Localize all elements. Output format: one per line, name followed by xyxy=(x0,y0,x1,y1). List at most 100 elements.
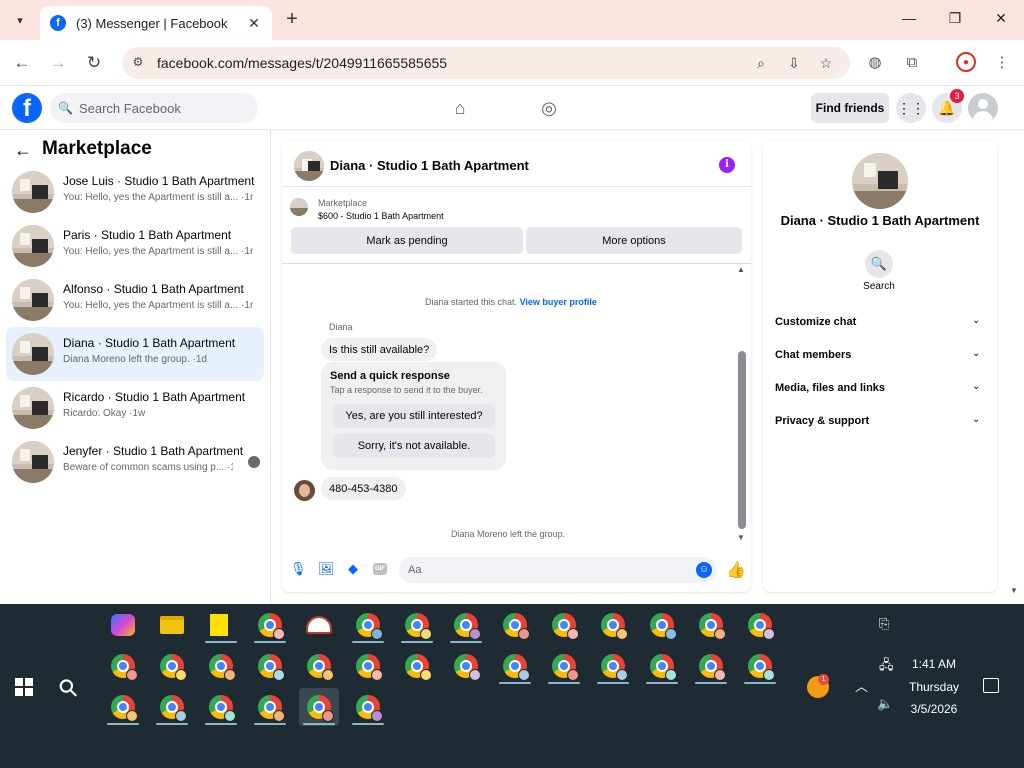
page-scroll-down-icon[interactable]: ▼ xyxy=(1010,586,1018,595)
quick-response-no-button[interactable]: Sorry, it's not available. xyxy=(333,434,495,458)
chrome-profile-icon[interactable] xyxy=(740,647,780,685)
thumbs-up-icon[interactable]: 👍 xyxy=(726,560,746,580)
scroll-down-icon[interactable]: ▼ xyxy=(737,533,745,542)
back-arrow-icon[interactable]: ← xyxy=(14,140,32,161)
attach-photo-icon[interactable]: 🖼 xyxy=(318,561,335,577)
chrome-profile-icon[interactable] xyxy=(299,647,339,685)
accordion-privacy-support[interactable]: Privacy & support ⌄ xyxy=(763,408,997,436)
chrome-profile-icon[interactable] xyxy=(201,688,241,726)
install-app-icon[interactable]: ⇩ xyxy=(784,53,804,73)
find-friends-button[interactable]: Find friends xyxy=(811,93,889,123)
copilot-icon[interactable] xyxy=(103,606,143,644)
chrome-profile-icon[interactable] xyxy=(593,647,633,685)
menu-grid-icon[interactable]: ⋮⋮ xyxy=(896,93,926,123)
conversation-item[interactable]: Ricardo · Studio 1 Bath Apartment Ricard… xyxy=(6,381,264,435)
accordion-customize-chat[interactable]: Customize chat ⌄ xyxy=(763,309,997,337)
chrome-profile-icon[interactable]: ● xyxy=(956,52,976,72)
chrome-profile-icon[interactable] xyxy=(446,606,486,644)
chrome-profile-icon[interactable] xyxy=(397,606,437,644)
chrome-profile-icon[interactable] xyxy=(446,647,486,685)
view-buyer-profile-link[interactable]: View buyer profile xyxy=(520,297,597,307)
taskbar-search-icon[interactable]: ⚲ xyxy=(52,672,85,705)
chrome-profile-icon[interactable] xyxy=(152,647,192,685)
home-icon[interactable]: ⌂ xyxy=(449,97,471,119)
chat-title[interactable]: Diana · Studio 1 Bath Apartment xyxy=(330,158,529,173)
sticker-icon[interactable]: ◆ xyxy=(345,561,361,577)
new-tab-button[interactable]: + xyxy=(282,9,302,30)
sender-avatar[interactable] xyxy=(294,480,315,501)
emoji-icon[interactable]: ☺ xyxy=(696,562,712,578)
windows-start-icon[interactable] xyxy=(15,678,33,696)
reload-button[interactable]: ↻ xyxy=(84,53,104,73)
search-in-conversation-icon[interactable]: 🔍 xyxy=(865,250,893,278)
message-bubble[interactable]: 480-453-4380 xyxy=(321,477,406,500)
browser-tab-messenger[interactable]: f (3) Messenger | Facebook ✕ xyxy=(40,6,272,40)
chrome-profile-icon[interactable] xyxy=(250,647,290,685)
conversation-item[interactable]: Paris · Studio 1 Bath Apartment You: Hel… xyxy=(6,219,264,273)
url-text[interactable]: facebook.com/messages/t/2049911665585655 xyxy=(157,55,447,71)
address-bar[interactable]: ⚙ facebook.com/messages/t/20499116655856… xyxy=(122,47,850,79)
clock-date[interactable]: 3/5/2026 xyxy=(903,702,965,716)
zoom-icon[interactable]: ⌕ xyxy=(751,53,771,73)
more-options-button[interactable]: More options xyxy=(526,227,742,254)
chrome-menu-icon[interactable]: ⋮ xyxy=(992,53,1012,73)
close-window-button[interactable]: ✕ xyxy=(990,10,1012,30)
chrome-profile-icon[interactable] xyxy=(544,647,584,685)
mark-as-pending-button[interactable]: Mark as pending xyxy=(291,227,523,254)
info-icon[interactable]: i xyxy=(719,157,735,173)
accordion-media-files-links[interactable]: Media, files and links ⌄ xyxy=(763,375,997,403)
show-hidden-icons-chevron-icon[interactable]: ︿ xyxy=(855,676,868,695)
chrome-profile-icon[interactable] xyxy=(593,606,633,644)
message-thread[interactable]: ▲ ▼ Diana started this chat. View buyer … xyxy=(282,265,751,547)
translate-icon[interactable]: ◍ xyxy=(865,53,885,73)
conversation-item-active[interactable]: Diana · Studio 1 Bath Apartment Diana Mo… xyxy=(6,327,264,381)
scroll-up-icon[interactable]: ▲ xyxy=(737,265,745,274)
chrome-profile-icon[interactable] xyxy=(348,606,388,644)
conversation-item[interactable]: Jenyfer · Studio 1 Bath Apartment Beware… xyxy=(6,435,264,489)
scrollbar-thumb[interactable] xyxy=(738,351,746,529)
back-button[interactable]: ← xyxy=(12,53,32,73)
chrome-profile-icon[interactable] xyxy=(544,606,584,644)
close-tab-icon[interactable]: ✕ xyxy=(246,15,262,32)
chrome-profile-icon[interactable] xyxy=(691,647,731,685)
message-scrollbar[interactable]: ▲ ▼ xyxy=(737,265,747,545)
minimize-button[interactable]: — xyxy=(898,10,920,30)
volume-icon[interactable]: 🔈 xyxy=(877,696,893,712)
restore-button[interactable]: ❐ xyxy=(944,10,966,30)
chrome-profile-icon[interactable] xyxy=(740,606,780,644)
chrome-profile-icon[interactable] xyxy=(348,688,388,726)
chrome-profile-icon[interactable] xyxy=(495,606,535,644)
file-explorer-icon[interactable] xyxy=(152,606,192,644)
notification-center-icon[interactable] xyxy=(983,678,999,693)
chrome-profile-icon[interactable] xyxy=(495,647,535,685)
chrome-profile-icon[interactable] xyxy=(348,647,388,685)
site-info-icon[interactable]: ⚙ xyxy=(130,55,146,71)
network-icon[interactable]: 🖧 xyxy=(879,656,894,678)
umbrella-app-icon[interactable] xyxy=(299,606,339,644)
facebook-logo[interactable]: f xyxy=(12,93,42,123)
clock-time[interactable]: 1:41 AM xyxy=(903,657,965,671)
accordion-chat-members[interactable]: Chat members ⌄ xyxy=(763,342,997,370)
chrome-profile-icon[interactable] xyxy=(103,647,143,685)
gif-icon[interactable]: GIF xyxy=(373,563,387,575)
sticky-notes-icon[interactable] xyxy=(201,606,241,644)
clock-day[interactable]: Thursday xyxy=(903,680,965,694)
chrome-profile-icon[interactable] xyxy=(691,606,731,644)
forward-button[interactable]: → xyxy=(48,53,68,73)
microphone-icon[interactable]: 🎙 xyxy=(290,561,307,577)
details-listing-thumbnail[interactable] xyxy=(852,153,908,209)
chrome-profile-icon[interactable] xyxy=(397,647,437,685)
chrome-profile-icon[interactable] xyxy=(201,647,241,685)
chrome-profile-icon[interactable] xyxy=(642,647,682,685)
chrome-profile-icon[interactable] xyxy=(152,688,192,726)
chrome-profile-icon[interactable] xyxy=(250,688,290,726)
tab-search-button[interactable]: ▾ xyxy=(8,8,32,32)
listing-price[interactable]: $600 - Studio 1 Bath Apartment xyxy=(318,211,444,221)
chat-listing-thumbnail[interactable] xyxy=(294,151,324,181)
groups-icon[interactable]: ◎ xyxy=(538,97,560,119)
chrome-profile-icon[interactable] xyxy=(642,606,682,644)
chrome-profile-icon[interactable] xyxy=(250,606,290,644)
meet-now-icon[interactable]: ⎘ xyxy=(879,616,889,632)
quick-response-yes-button[interactable]: Yes, are you still interested? xyxy=(333,404,495,428)
chrome-profile-icon-active[interactable] xyxy=(299,688,339,726)
